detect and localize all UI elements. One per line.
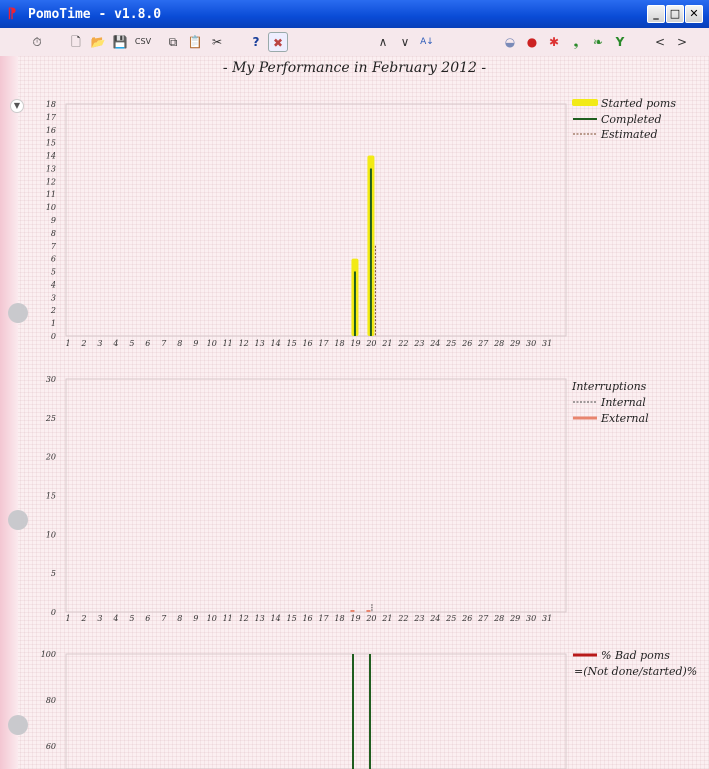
close-button[interactable]: ✕ [685,5,703,23]
sort-az-icon[interactable]: A↓ [417,32,437,52]
open-icon[interactable]: 📂 [88,32,108,52]
move-up-icon[interactable]: ∧ [373,32,393,52]
binder-hole [8,510,28,530]
prev-icon[interactable]: < [650,32,670,52]
note-icon[interactable]: ❟ [566,32,586,52]
page-binding-strip [0,56,18,769]
stopwatch-icon[interactable]: ⏱ [27,32,47,52]
window-title: PomoTime - v1.8.0 [28,6,162,22]
settings-tools-icon[interactable]: ✖ [268,32,288,52]
app-icon: ⁋ [7,6,17,22]
collapse-chevron-icon[interactable]: ▼ [10,99,24,113]
copy-icon[interactable]: ⧉ [163,32,183,52]
help-icon[interactable]: ? [246,32,266,52]
save-icon[interactable]: 💾 [110,32,130,52]
leaf-icon[interactable]: ❧ [588,32,608,52]
csv-export-button[interactable]: CSV [132,32,154,52]
window-titlebar: ⁋ PomoTime - v1.8.0 _ □ ✕ [0,0,709,28]
cut-icon[interactable]: ✂ [207,32,227,52]
binder-hole [8,303,28,323]
toolbar: ⏱ 🗋 📂 💾 CSV ⧉ 📋 ✂ ? ✖ ∧ ∨ A↓ ◒ ● ✱ ❟ ❧ Y… [0,28,709,56]
next-icon[interactable]: > [672,32,692,52]
new-icon[interactable]: 🗋 [66,32,86,52]
minimize-button[interactable]: _ [647,5,665,23]
splat-icon[interactable]: ✱ [544,32,564,52]
move-down-icon[interactable]: ∨ [395,32,415,52]
page-title: - My Performance in February 2012 - [222,60,487,76]
pot-icon[interactable]: ◒ [500,32,520,52]
binder-hole [8,715,28,735]
tomato-icon[interactable]: ● [522,32,542,52]
maximize-button[interactable]: □ [666,5,684,23]
sprout-icon[interactable]: Y [610,32,630,52]
notebook-page [0,56,709,769]
paste-icon[interactable]: 📋 [185,32,205,52]
